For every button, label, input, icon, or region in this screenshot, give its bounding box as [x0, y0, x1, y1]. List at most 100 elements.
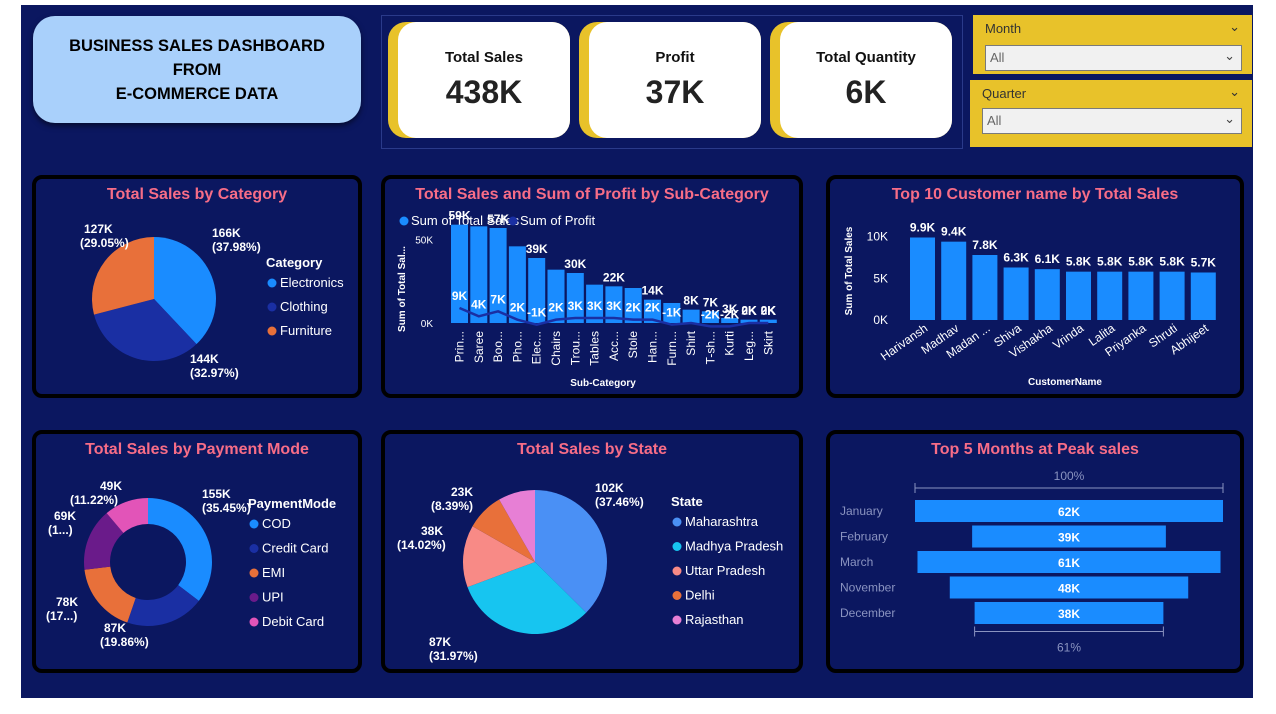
customer-bar: [1159, 271, 1185, 320]
title-line-2: FROM: [172, 60, 222, 79]
customers-bar-chart: 0K 5K 10K Sum of Total Sales CustomerName 9.9…: [844, 221, 1217, 389]
dashboard-title: BUSINESS SALES DASHBOARD FROM E-COMMERCE…: [33, 16, 361, 123]
legend-marker: [267, 278, 277, 288]
quarter-dropdown[interactable]: All ⌄: [982, 108, 1242, 134]
data-label: 6.1K: [1035, 252, 1061, 266]
legend-title: Category: [266, 255, 323, 270]
chevron-down-icon: ⌄: [1224, 111, 1235, 126]
quarter-slicer-label: Quarter: [982, 86, 1027, 101]
legend-marker: [249, 568, 259, 578]
x-tick-label: Trou...: [568, 331, 582, 365]
data-label-percent: (1...): [48, 523, 73, 537]
x-tick-label: Acc...: [607, 331, 621, 361]
data-label: 6.3K: [1003, 251, 1029, 265]
data-label: 9.4K: [941, 225, 967, 239]
data-label: 5.7K: [1191, 256, 1217, 270]
legend-marker: [672, 591, 682, 600]
data-label: 49K: [100, 479, 122, 493]
pie-slice: [84, 566, 136, 623]
customer-bar: [1128, 271, 1154, 320]
sales-data-label: 39K: [526, 242, 548, 256]
x-tick-label: Boo...: [491, 331, 505, 362]
legend-marker: [672, 542, 682, 551]
data-label: 69K: [54, 509, 76, 523]
profit-data-label: 4K: [471, 297, 487, 311]
chevron-down-icon[interactable]: ⌄: [1229, 19, 1240, 35]
chevron-down-icon[interactable]: ⌄: [1229, 84, 1240, 100]
quarter-slicer: Quarter ⌄ All ⌄: [970, 80, 1252, 147]
customer-bar: [910, 237, 935, 320]
legend-marker: [249, 519, 259, 529]
data-label: 48K: [1058, 582, 1080, 596]
profit-data-label: 9K: [452, 289, 468, 303]
x-tick-label: Skirt: [761, 330, 775, 355]
kpi-strip: Total Sales 438K Profit 37K Total Quanti…: [381, 15, 963, 149]
funnel-category-label: February: [840, 530, 888, 544]
profit-data-label: 2K: [548, 301, 564, 315]
x-tick-label: Vrinda: [1050, 321, 1086, 352]
funnel-category-label: March: [840, 555, 873, 569]
customer-bar: [1190, 272, 1216, 320]
x-tick-label: Han...: [646, 331, 660, 363]
data-label: 87K: [429, 635, 451, 649]
legend-item: UPI: [262, 590, 284, 605]
x-tick-label: Furn...: [665, 331, 679, 366]
legend-marker: [249, 544, 259, 553]
x-tick-label: Elec...: [530, 331, 544, 364]
legend-item: Madhya Pradesh: [685, 539, 783, 554]
funnel-category-label: January: [840, 504, 883, 518]
y-axis-label: Sum of Total Sales: [844, 226, 855, 315]
legend-item: Uttar Pradesh: [685, 563, 765, 578]
data-label: 9.9K: [910, 221, 936, 235]
x-tick-label: Tables: [588, 331, 602, 366]
funnel-bottom-percent: 61%: [1057, 641, 1081, 655]
profit-data-label: 7K: [490, 292, 506, 306]
legend-marker: [249, 593, 259, 602]
profit-data-label: -1K: [527, 306, 547, 320]
data-label: 7.8K: [972, 238, 998, 252]
sales-data-label: 14K: [641, 284, 663, 298]
legend-title: State: [671, 494, 703, 509]
y-tick-label: 10K: [867, 230, 888, 244]
chevron-down-icon: ⌄: [1224, 48, 1235, 63]
payment-mode-card: Total Sales by Payment Mode 155K (35.45%)…: [32, 430, 362, 673]
data-label-percent: (37.46%): [595, 495, 644, 509]
legend-item: EMI: [262, 565, 285, 580]
month-dropdown[interactable]: All ⌄: [985, 45, 1242, 71]
quarter-dropdown-value: All: [987, 113, 1002, 128]
legend-item: Debit Card: [262, 614, 324, 629]
legend-marker: [399, 216, 409, 226]
y-tick-label: 5K: [873, 271, 888, 285]
x-axis-label: CustomerName: [1028, 377, 1102, 388]
data-label: 5.8K: [1066, 255, 1092, 269]
profit-data-label: 2K: [510, 301, 526, 315]
legend-item: COD: [262, 516, 291, 531]
x-axis-label: Sub-Category: [570, 378, 636, 389]
legend-marker: [249, 617, 259, 627]
profit-data-label: 3K: [606, 299, 622, 313]
legend-item: Sum of Profit: [520, 213, 596, 228]
kpi-value: 37K: [645, 74, 705, 110]
data-label: 5.8K: [1097, 255, 1123, 269]
data-label: 78K: [56, 595, 78, 609]
title-line-1: BUSINESS SALES DASHBOARD: [69, 36, 325, 55]
data-label-percent: (37.98%): [212, 240, 261, 254]
data-label-percent: (29.05%): [80, 236, 129, 250]
category-pie-chart: 166K(37.98%) 144K(32.97%) 127K(29.05%) Cate…: [80, 222, 344, 380]
profit-data-label: 0K: [761, 304, 777, 318]
state-pie-chart: 102K(37.46%) 87K(31.97%) 38K(14.02%) 23K(8.…: [397, 481, 783, 663]
legend-marker: [508, 216, 518, 226]
data-label: 102K: [595, 481, 624, 495]
x-tick-label: Shirt: [684, 330, 698, 355]
customer-bar: [1097, 271, 1123, 320]
legend-marker: [267, 302, 277, 312]
sales-data-label: 59K: [448, 209, 470, 223]
data-label: 5.8K: [1159, 255, 1185, 269]
x-tick-label: T-sh...: [703, 331, 717, 364]
profit-data-label: -2K: [701, 307, 721, 321]
x-tick-label: Pho...: [510, 331, 524, 362]
legend-title: PaymentMode: [248, 496, 336, 511]
title-line-3: E-COMMERCE DATA: [115, 84, 279, 103]
data-label: 155K: [202, 487, 231, 501]
sales-data-label: 22K: [603, 270, 625, 284]
